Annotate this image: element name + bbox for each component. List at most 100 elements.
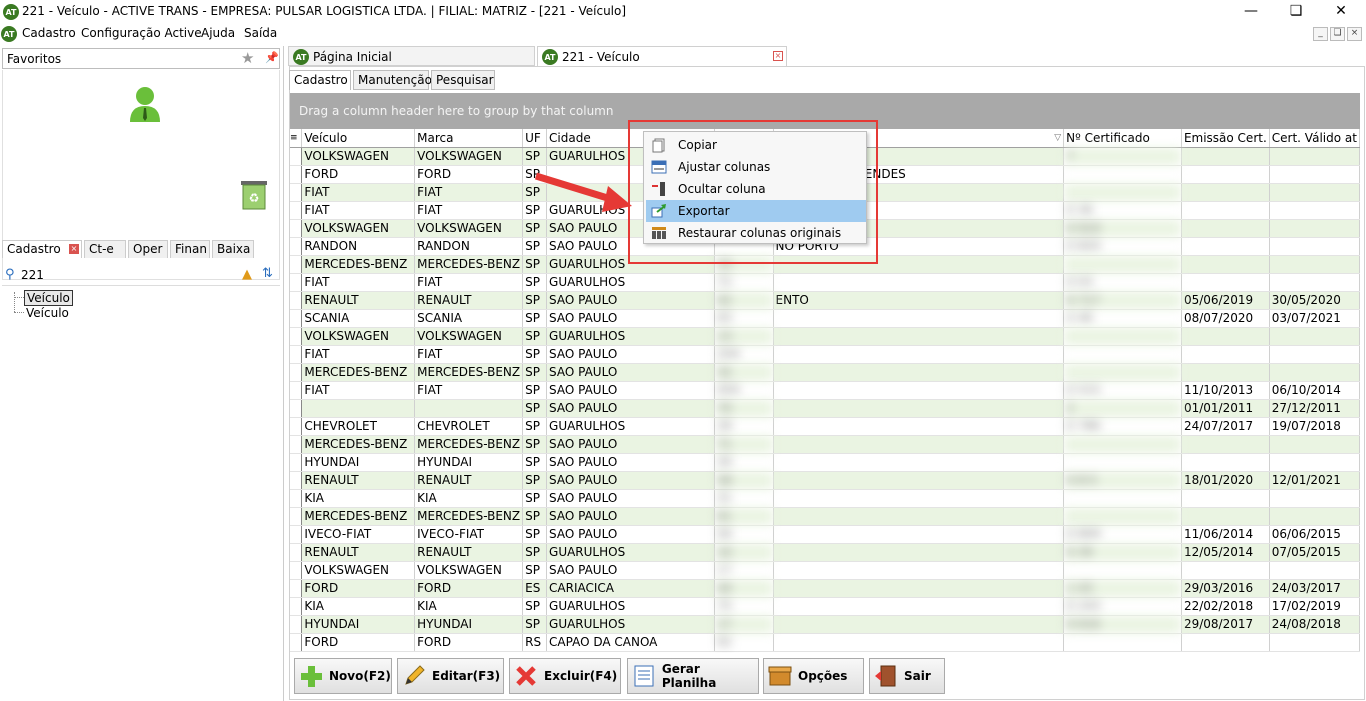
- search-input[interactable]: 221: [21, 268, 44, 282]
- menu-search[interactable]: ⚲ 221 ▲ ⇅: [2, 266, 280, 286]
- row-indicator[interactable]: [290, 291, 303, 310]
- row-indicator[interactable]: [290, 417, 303, 436]
- row-indicator[interactable]: [290, 471, 303, 490]
- row-indicator[interactable]: [290, 201, 303, 220]
- mdi-minimize-button[interactable]: _: [1313, 27, 1328, 41]
- menu-item-ocultar-coluna[interactable]: Ocultar coluna: [646, 178, 866, 200]
- row-indicator[interactable]: [290, 561, 303, 580]
- table-row[interactable]: RENAULT RENAULT SP SAO PAULO 58 0 8-5 18/01/20…: [290, 471, 1360, 490]
- menu-item-restaurar-colunas[interactable]: Restaurar colunas originais: [646, 222, 866, 244]
- column-veiculo[interactable]: Veículo: [301, 129, 416, 148]
- tab-oper[interactable]: Oper: [128, 240, 168, 258]
- row-indicator[interactable]: [290, 399, 303, 418]
- recycle-bin-icon[interactable]: ♻: [239, 178, 269, 210]
- table-row[interactable]: HYUNDAI HYUNDAI SP GUARULHOS 17 0 616 29/08/20…: [290, 615, 1360, 634]
- column-indicator[interactable]: ≡: [290, 129, 303, 148]
- table-row[interactable]: SP SAO PAULO 70 2 01/01/2011 27/12/2011: [290, 399, 1360, 418]
- close-icon[interactable]: ×: [69, 244, 79, 254]
- subtab-manutencao[interactable]: Manutenção: [353, 70, 432, 90]
- subtab-cadastro[interactable]: Cadastro: [289, 70, 351, 90]
- row-indicator[interactable]: [290, 309, 303, 328]
- table-row[interactable]: SCANIA SCANIA SP SAO PAULO 93 4 46 08/07/2020 0…: [290, 309, 1360, 328]
- table-row[interactable]: KIA KIA SP GUARULHOS 75 0 243 22/02/2018 17/02/…: [290, 597, 1360, 616]
- table-row[interactable]: VOLKSWAGEN VOLKSWAGEN SP GUARULHOS 13: [290, 327, 1360, 346]
- tab-veiculo[interactable]: AT 221 - Veículo ×: [537, 46, 787, 66]
- gerar-planilha-button[interactable]: Gerar Planilha: [627, 658, 759, 694]
- table-row[interactable]: FIAT FIAT SP GUARULHOS 72 0 03: [290, 273, 1360, 292]
- clear-filter-icon[interactable]: ▲: [242, 267, 252, 282]
- column-uf[interactable]: UF: [522, 129, 548, 148]
- editar-button[interactable]: Editar(F3): [397, 658, 504, 694]
- table-row[interactable]: FORD FORD ES CARIACICA 44 1 43 29/03/2016 24/03…: [290, 579, 1360, 598]
- minimize-button[interactable]: —: [1228, 0, 1274, 24]
- row-indicator[interactable]: [290, 147, 303, 166]
- app-logo-icon: AT: [1, 26, 17, 42]
- novo-button[interactable]: Novo(F2): [294, 658, 392, 694]
- table-row[interactable]: MERCEDES-BENZ MERCEDES-BENZ SP SAO PAULO 71: [290, 435, 1360, 454]
- table-row[interactable]: RENAULT RENAULT SP SAO PAULO 02 ENTO 0 717 05/0…: [290, 291, 1360, 310]
- table-row[interactable]: HYUNDAI HYUNDAI SP SAO PAULO 30: [290, 453, 1360, 472]
- star-icon[interactable]: ★: [241, 49, 254, 67]
- tab-cte[interactable]: Ct-e: [84, 240, 126, 258]
- sair-button[interactable]: Sair: [869, 658, 945, 694]
- table-row[interactable]: MERCEDES-BENZ MERCEDES-BENZ SP SAO PAULO 32: [290, 363, 1360, 382]
- row-indicator[interactable]: [290, 489, 303, 508]
- row-indicator[interactable]: [290, 597, 303, 616]
- row-indicator[interactable]: [290, 327, 303, 346]
- row-indicator[interactable]: [290, 363, 303, 382]
- menu-cadastro[interactable]: Cadastro: [22, 26, 76, 40]
- menu-configuracao[interactable]: Configuração Active: [81, 26, 202, 40]
- row-indicator[interactable]: [290, 183, 303, 202]
- mdi-close-button[interactable]: ×: [1347, 27, 1362, 41]
- column-emissao[interactable]: Emissão Cert.: [1181, 129, 1270, 148]
- menu-item-ajustar-colunas[interactable]: Ajustar colunas: [646, 156, 866, 178]
- row-indicator[interactable]: [290, 615, 303, 634]
- row-indicator[interactable]: [290, 633, 303, 652]
- tree-item-veiculo[interactable]: Veículo: [26, 306, 69, 320]
- row-indicator[interactable]: [290, 345, 303, 364]
- pin-icon[interactable]: 📌: [265, 51, 279, 64]
- row-indicator[interactable]: [290, 237, 303, 256]
- tab-pagina-inicial[interactable]: AT Página Inicial: [288, 46, 535, 66]
- row-indicator[interactable]: [290, 255, 303, 274]
- close-button[interactable]: ✕: [1318, 0, 1364, 24]
- tree-item-veiculo-selected[interactable]: Veículo: [24, 290, 73, 306]
- row-indicator[interactable]: [290, 435, 303, 454]
- row-indicator[interactable]: [290, 579, 303, 598]
- table-row[interactable]: MERCEDES-BENZ MERCEDES-BENZ SP SAO PAULO 61: [290, 507, 1360, 526]
- table-row[interactable]: CHEVROLET CHEVROLET SP GUARULHOS 39 0 786 24/0…: [290, 417, 1360, 436]
- close-tab-icon[interactable]: ×: [773, 51, 783, 61]
- opcoes-button[interactable]: Opções: [763, 658, 864, 694]
- menu-item-copiar[interactable]: Copiar: [646, 134, 866, 156]
- table-row[interactable]: VOLKSWAGEN VOLKSWAGEN SP SAO PAULO 17: [290, 561, 1360, 580]
- menu-saida[interactable]: Saída: [244, 26, 277, 40]
- menu-item-exportar[interactable]: Exportar: [646, 200, 866, 222]
- row-indicator[interactable]: [290, 219, 303, 238]
- maximize-button[interactable]: ❏: [1273, 0, 1319, 24]
- tab-cadastro[interactable]: Cadastro ×: [2, 240, 82, 258]
- row-indicator[interactable]: [290, 453, 303, 472]
- tab-finan[interactable]: Finan: [170, 240, 210, 258]
- row-indicator[interactable]: [290, 165, 303, 184]
- subtab-pesquisar[interactable]: Pesquisar: [431, 70, 495, 90]
- table-row[interactable]: KIA KIA SP SAO PAULO 31: [290, 489, 1360, 508]
- row-indicator[interactable]: [290, 525, 303, 544]
- excluir-button[interactable]: Excluir(F4): [509, 658, 621, 694]
- table-row[interactable]: FORD FORD RS CAPAO DA CANOA 92: [290, 633, 1360, 652]
- column-validade[interactable]: Cert. Válido at: [1269, 129, 1360, 148]
- table-cell: SP: [522, 615, 548, 634]
- table-row[interactable]: FIAT FIAT SP SAO PAULO 204: [290, 345, 1360, 364]
- row-indicator[interactable]: [290, 381, 303, 400]
- sort-icon[interactable]: ⇅: [262, 266, 273, 281]
- row-indicator[interactable]: [290, 507, 303, 526]
- menu-ajuda[interactable]: Ajuda: [201, 26, 235, 40]
- tab-baixa[interactable]: Baixa: [212, 240, 254, 258]
- mdi-restore-button[interactable]: ❏: [1330, 27, 1345, 41]
- column-marca[interactable]: Marca: [414, 129, 524, 148]
- row-indicator[interactable]: [290, 273, 303, 292]
- table-row[interactable]: RENAULT RENAULT SP GUARULHOS 10 0 39 12/05/201…: [290, 543, 1360, 562]
- table-row[interactable]: FIAT FIAT SP SAO PAULO 450 0 515 11/10/2013 06/…: [290, 381, 1360, 400]
- column-certificado[interactable]: Nº Certificado: [1063, 129, 1182, 148]
- row-indicator[interactable]: [290, 543, 303, 562]
- table-row[interactable]: IVECO-FIAT IVECO-FIAT SP SAO PAULO 56 0 809 11…: [290, 525, 1360, 544]
